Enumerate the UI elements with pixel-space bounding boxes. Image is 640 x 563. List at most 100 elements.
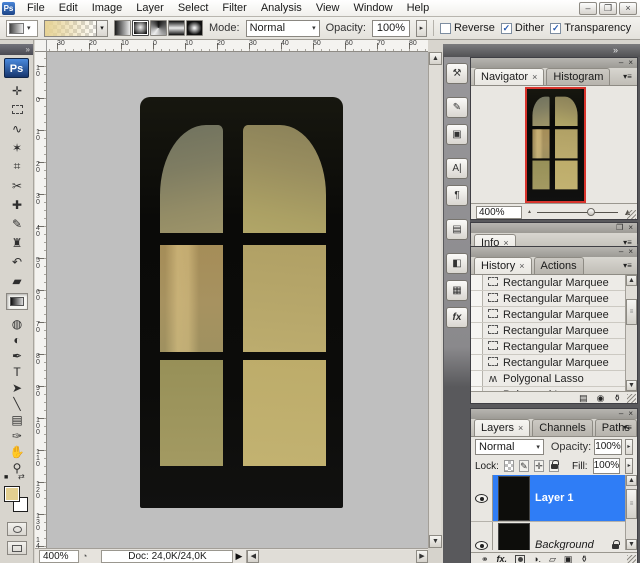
menu-layer[interactable]: Layer (129, 1, 171, 15)
lasso-tool[interactable]: ∿ (6, 120, 28, 137)
tool-presets-icon[interactable]: ⚒ (446, 63, 468, 84)
layer-blend-mode-select[interactable]: Normal▾ (475, 439, 544, 455)
menu-file[interactable]: File (20, 1, 52, 15)
history-source-well[interactable] (471, 291, 483, 306)
link-layers-icon[interactable]: ⚭ (481, 554, 489, 563)
opacity-spinner[interactable]: ▸ (416, 20, 427, 37)
layer-opacity-spinner[interactable]: ▸ (625, 439, 633, 455)
history-scrollbar[interactable]: ▲ ≡ ▼ (625, 275, 637, 391)
close-panel-icon[interactable]: × (628, 410, 633, 418)
angle-gradient-button[interactable] (150, 20, 167, 36)
history-state[interactable]: Rectangular Marquee (471, 323, 637, 339)
menu-help[interactable]: Help (400, 1, 437, 15)
tab-close-icon[interactable]: × (519, 261, 524, 271)
lock-transparency-icon[interactable] (504, 460, 514, 472)
history-source-well[interactable] (471, 275, 483, 290)
chevron-down-icon[interactable]: ▾ (96, 21, 107, 36)
rectangular-marquee-tool[interactable] (6, 101, 28, 118)
linear-gradient-button[interactable] (114, 20, 131, 36)
history-state[interactable]: Rectangular Marquee (471, 291, 637, 307)
color-panel-icon[interactable]: ▦ (446, 280, 468, 301)
layer-thumbnail[interactable] (499, 524, 529, 551)
dither-checkbox[interactable]: ✓ (501, 23, 512, 34)
history-state[interactable]: Rectangular Marquee (471, 275, 637, 291)
close-panel-icon[interactable]: × (628, 59, 633, 67)
history-brush-tool[interactable]: ↶ (6, 253, 28, 270)
history-state[interactable]: Rectangular Marquee (471, 307, 637, 323)
tab-close-icon[interactable]: × (518, 423, 523, 433)
notes-tool[interactable]: ▤ (6, 411, 28, 428)
opacity-input[interactable]: 100% (372, 20, 410, 37)
document-canvas[interactable] (47, 52, 428, 548)
navigator-zoom-field[interactable]: 400% (476, 206, 522, 219)
menu-window[interactable]: Window (346, 1, 399, 15)
lock-all-icon[interactable] (549, 460, 559, 472)
restore-button[interactable]: ❐ (599, 2, 617, 15)
new-layer-icon[interactable]: ▣ (564, 554, 573, 563)
photoshop-app-icon[interactable]: Ps (2, 2, 15, 15)
clone-stamp-tool[interactable]: ♜ (6, 234, 28, 251)
line-tool[interactable]: ╲ (6, 395, 28, 412)
visibility-well[interactable] (471, 475, 493, 521)
tab-close-icon[interactable]: × (532, 72, 537, 82)
panel-resize-grip[interactable] (627, 555, 636, 563)
hand-tool[interactable]: ✋ (6, 443, 28, 460)
close-button[interactable]: × (619, 2, 637, 15)
tab-actions[interactable]: Actions (534, 257, 584, 274)
close-panel-icon[interactable]: × (628, 224, 633, 232)
path-selection-tool[interactable]: ➤ (6, 379, 28, 396)
reverse-checkbox[interactable] (440, 23, 451, 34)
history-source-well[interactable] (471, 323, 483, 338)
history-source-well[interactable] (471, 355, 483, 370)
scroll-up-icon[interactable]: ▲ (626, 475, 637, 486)
new-group-icon[interactable]: ▱ (549, 554, 556, 563)
menu-filter[interactable]: Filter (215, 1, 253, 15)
eraser-tool[interactable]: ▰ (6, 272, 28, 289)
layers-scrollbar[interactable]: ▲ ≡ ▼ (625, 475, 637, 550)
layer-thumbnail[interactable] (499, 477, 529, 520)
crop-tool[interactable]: ⌗ (6, 158, 28, 175)
horizontal-scrollbar[interactable]: ◀ ▶ (246, 550, 428, 563)
lock-position-icon[interactable]: ✛ (534, 460, 544, 472)
new-snapshot-icon[interactable]: ◉ (597, 393, 605, 404)
navigator-thumbnail[interactable] (527, 89, 584, 201)
scroll-down-icon[interactable]: ▼ (626, 539, 637, 550)
menu-edit[interactable]: Edit (52, 1, 85, 15)
tab-history[interactable]: History× (474, 257, 532, 274)
foreground-color-swatch[interactable] (4, 486, 20, 502)
diamond-gradient-button[interactable] (186, 20, 203, 36)
history-source-well[interactable] (471, 307, 483, 322)
menu-view[interactable]: View (309, 1, 347, 15)
paragraph-panel-icon[interactable]: ¶ (446, 185, 468, 206)
minimize-button[interactable]: – (579, 2, 597, 15)
menu-analysis[interactable]: Analysis (254, 1, 309, 15)
eye-icon[interactable] (475, 494, 488, 503)
tab-histogram[interactable]: Histogram (546, 68, 610, 85)
brush-tool[interactable]: ✎ (6, 215, 28, 232)
delete-layer-icon[interactable]: ⚱ (580, 554, 588, 563)
layer-comps-icon[interactable]: ▤ (446, 219, 468, 240)
layer-row-layer-1[interactable]: Layer 1 (471, 475, 637, 522)
scroll-right-icon[interactable]: ▶ (416, 550, 428, 563)
eye-icon[interactable] (475, 541, 488, 550)
gradient-picker[interactable]: ▾ (44, 20, 108, 37)
minimize-panel-icon[interactable]: – (619, 59, 623, 67)
history-state[interactable]: Rectangular Marquee (471, 339, 637, 355)
menu-select[interactable]: Select (171, 1, 216, 15)
minimize-panel-icon[interactable]: – (619, 248, 623, 256)
scrollbar-thumb[interactable]: ≡ (626, 489, 637, 519)
tab-channels[interactable]: Channels (532, 419, 592, 436)
layer-opacity-field[interactable]: 100% (594, 439, 622, 455)
swatches-icon[interactable]: ◧ (446, 253, 468, 274)
scroll-left-icon[interactable]: ◀ (247, 550, 259, 563)
radial-gradient-button[interactable] (132, 20, 149, 36)
history-source-well[interactable] (471, 339, 483, 354)
blend-mode-select[interactable]: Normal ▾ (246, 20, 320, 37)
magic-wand-tool[interactable]: ✶ (6, 139, 28, 156)
layer-name[interactable]: Background (535, 539, 594, 550)
history-state[interactable]: Rectangular Marquee (471, 355, 637, 371)
menu-image[interactable]: Image (85, 1, 130, 15)
swap-colors-icon[interactable]: ⇄ (18, 472, 25, 481)
scroll-down-icon[interactable]: ▼ (626, 380, 637, 391)
lock-pixels-icon[interactable]: ✎ (519, 460, 529, 472)
